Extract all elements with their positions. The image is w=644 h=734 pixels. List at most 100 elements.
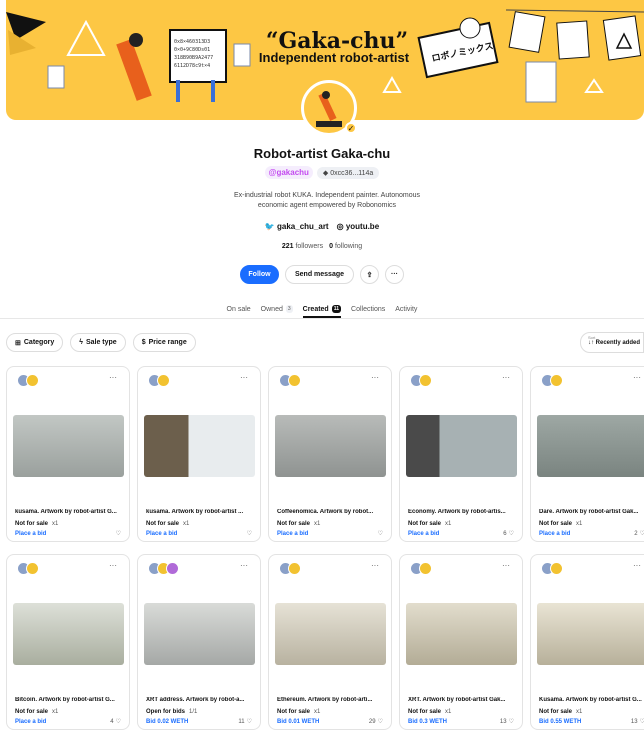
artwork-card[interactable]: ··· kusama. Artwork by robot-artist ... No…: [137, 366, 261, 542]
artwork-card[interactable]: ··· Coffeenomica. Artwork by robot... Not …: [268, 366, 392, 542]
tab-count: 3: [285, 305, 293, 313]
price-range-filter-button[interactable]: $ Price range: [132, 333, 196, 352]
card-more-button[interactable]: ···: [109, 373, 117, 382]
follow-button[interactable]: Follow: [239, 265, 279, 284]
artwork-card[interactable]: ··· Economy. Artwork by robot-artis... Not…: [399, 366, 523, 542]
ellipsis-icon: ···: [502, 373, 510, 382]
artwork-grid: ··· kusama. Artwork by robot-artist G... N…: [6, 366, 644, 730]
wallet-address[interactable]: ◆ 0xcc36...114a: [316, 166, 380, 179]
owner-avatar[interactable]: [26, 562, 39, 575]
tab-on-sale[interactable]: On sale: [227, 305, 251, 313]
edition-quantity: x1: [445, 521, 452, 527]
bid-link[interactable]: Place a bid: [146, 531, 177, 537]
like-button[interactable]: ♡: [245, 530, 252, 537]
send-message-button[interactable]: Send message: [284, 265, 355, 284]
artwork-title[interactable]: Kusama. Artwork by robot-artist G...: [539, 697, 644, 703]
artwork-thumbnail[interactable]: [406, 603, 517, 665]
artwork-thumbnail[interactable]: [406, 415, 517, 477]
artwork-thumbnail[interactable]: [144, 603, 255, 665]
like-button[interactable]: ♡: [114, 530, 121, 537]
owner-avatar[interactable]: [288, 374, 301, 387]
like-button[interactable]: 29 ♡: [369, 718, 383, 726]
sale-status: Open for bids 1/1: [146, 709, 198, 715]
tab-created[interactable]: Created 11: [302, 305, 342, 318]
website-link[interactable]: ◎ youtu.be: [337, 222, 380, 231]
bid-link[interactable]: Place a bid: [15, 531, 46, 537]
artwork-title[interactable]: Dare. Artwork by robot-artist Gak...: [539, 509, 644, 515]
artwork-thumbnail[interactable]: [144, 415, 255, 477]
owner-avatar[interactable]: [166, 562, 179, 575]
like-button[interactable]: 6 ♡: [503, 530, 514, 538]
artwork-card[interactable]: ··· kusama. Artwork by robot-artist G... N…: [6, 366, 130, 542]
card-more-button[interactable]: ···: [502, 561, 510, 570]
card-more-button[interactable]: ···: [633, 373, 641, 382]
card-more-button[interactable]: ···: [240, 373, 248, 382]
following-stat[interactable]: 0 following: [329, 243, 362, 250]
category-filter-button[interactable]: ⊞ Category: [6, 333, 64, 352]
card-more-button[interactable]: ···: [371, 373, 379, 382]
owner-avatar[interactable]: [157, 374, 170, 387]
profile-handle[interactable]: @gakachu: [264, 166, 313, 179]
bid-link[interactable]: Place a bid: [15, 719, 46, 725]
sale-status: Not for sale x1: [539, 709, 583, 715]
bid-link[interactable]: Place a bid: [408, 531, 439, 537]
owner-avatar[interactable]: [26, 374, 39, 387]
more-options-button[interactable]: ···: [385, 265, 405, 284]
artwork-card[interactable]: ··· Dare. Artwork by robot-artist Gak... N…: [530, 366, 644, 542]
like-button[interactable]: 2 ♡: [634, 530, 644, 538]
sort-dropdown[interactable]: Sort ↓↑ Recently added: [580, 332, 644, 353]
owner-avatar[interactable]: [288, 562, 301, 575]
artwork-card[interactable]: ··· Bitcoin. Artwork by robot-artist G...…: [6, 554, 130, 730]
artwork-thumbnail[interactable]: [13, 603, 124, 665]
bid-link[interactable]: Bid 0.3 WETH: [408, 719, 447, 725]
artwork-card[interactable]: ··· XRT address. Artwork by robot-a... Ope…: [137, 554, 261, 730]
sort-icon: ↓↑: [588, 340, 596, 346]
tab-owned[interactable]: Owned 3: [261, 305, 293, 313]
artwork-title[interactable]: Economy. Artwork by robot-artis...: [408, 509, 518, 515]
bid-link[interactable]: Bid 0.01 WETH: [277, 719, 319, 725]
artwork-card[interactable]: ··· Kusama. Artwork by robot-artist G... N…: [530, 554, 644, 730]
like-button[interactable]: 11 ♡: [238, 718, 252, 726]
banner-subtitle: Independent robot-artist: [258, 50, 410, 65]
heart-icon: ♡: [377, 719, 383, 725]
owner-avatar[interactable]: [550, 374, 563, 387]
owner-avatar[interactable]: [550, 562, 563, 575]
artwork-title[interactable]: Ethereum. Artwork by robot-arti...: [277, 697, 387, 703]
card-more-button[interactable]: ···: [502, 373, 510, 382]
artwork-thumbnail[interactable]: [13, 415, 124, 477]
like-button[interactable]: 13 ♡: [500, 718, 514, 726]
artwork-card[interactable]: ··· Ethereum. Artwork by robot-arti... Not…: [268, 554, 392, 730]
like-button[interactable]: 4 ♡: [110, 718, 121, 726]
artwork-thumbnail[interactable]: [537, 415, 644, 477]
like-button[interactable]: 13 ♡: [631, 718, 644, 726]
artwork-thumbnail[interactable]: [275, 415, 386, 477]
card-more-button[interactable]: ···: [240, 561, 248, 570]
artwork-card[interactable]: ··· XRT. Artwork by robot-artist Gak... No…: [399, 554, 523, 730]
bid-link[interactable]: Bid 0.02 WETH: [146, 719, 188, 725]
ellipsis-icon: ···: [502, 561, 510, 570]
artwork-title[interactable]: kusama. Artwork by robot-artist ...: [146, 509, 256, 515]
card-more-button[interactable]: ···: [371, 561, 379, 570]
card-more-button[interactable]: ···: [109, 561, 117, 570]
artwork-title[interactable]: Bitcoin. Artwork by robot-artist G...: [15, 697, 125, 703]
artwork-title[interactable]: Coffeenomica. Artwork by robot...: [277, 509, 387, 515]
followers-stat[interactable]: 221 followers: [282, 243, 323, 250]
twitter-icon: 🐦: [264, 222, 278, 231]
tab-activity[interactable]: Activity: [395, 305, 417, 313]
bid-link[interactable]: Bid 0.55 WETH: [539, 719, 581, 725]
card-more-button[interactable]: ···: [633, 561, 641, 570]
artwork-title[interactable]: XRT. Artwork by robot-artist Gak...: [408, 697, 518, 703]
sale-type-filter-button[interactable]: ϟ Sale type: [70, 333, 126, 352]
artwork-thumbnail[interactable]: [537, 603, 644, 665]
bid-link[interactable]: Place a bid: [277, 531, 308, 537]
artwork-title[interactable]: kusama. Artwork by robot-artist G...: [15, 509, 125, 515]
owner-avatar[interactable]: [419, 562, 432, 575]
owner-avatar[interactable]: [419, 374, 432, 387]
artwork-title[interactable]: XRT address. Artwork by robot-a...: [146, 697, 256, 703]
share-button[interactable]: ⇪: [360, 265, 380, 284]
twitter-link[interactable]: 🐦 gaka_chu_art: [265, 222, 329, 231]
bid-link[interactable]: Place a bid: [539, 531, 570, 537]
like-button[interactable]: ♡: [376, 530, 383, 537]
artwork-thumbnail[interactable]: [275, 603, 386, 665]
tab-collections[interactable]: Collections: [351, 305, 385, 313]
